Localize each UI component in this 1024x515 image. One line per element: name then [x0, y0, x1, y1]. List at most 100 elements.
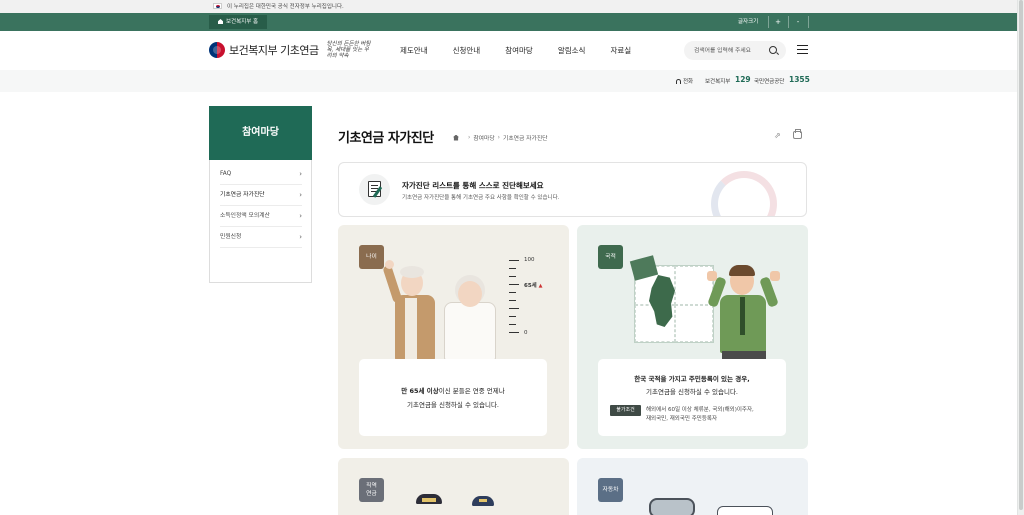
korea-flag-icon [213, 3, 222, 9]
sidebar-item-civil-petition[interactable]: 민원신청 › [220, 227, 302, 248]
home-icon [218, 19, 223, 24]
checklist-icon [359, 174, 390, 205]
contact-org-label: 보건복지부 [705, 79, 731, 85]
car-badge: 자동차 [598, 478, 623, 502]
intro-subtext: 기초연금 자가진단을 통해 기초연금 주요 사항을 확인할 수 있습니다. [402, 195, 560, 201]
zoom-in-button[interactable]: + [770, 13, 786, 31]
sidebar-item-faq[interactable]: FAQ › [220, 164, 302, 185]
ruler-tick [509, 260, 519, 262]
ruler-tick [509, 324, 516, 326]
emblem-watermark [711, 171, 777, 216]
sidebar-item-label: 기초연금 자가진단 [220, 192, 265, 198]
headset-icon [676, 79, 681, 84]
ruler-tick [509, 276, 516, 278]
breadcrumb-item-current[interactable]: 기초연금 자가진단 [503, 133, 548, 142]
search-input[interactable] [694, 44, 766, 57]
nationality-info-box: 한국 국적을 가지고 주민등록이 있는 경우, 기초연금을 신청하실 수 있습니… [598, 359, 786, 436]
menu-line [797, 48, 808, 51]
sidebar-menu: FAQ › 기초연금 자가진단 › 소득인정액 모의계산 › 민원신청 › [209, 160, 312, 283]
print-icon[interactable] [793, 129, 802, 139]
divider [788, 16, 789, 28]
ruler-tick [509, 300, 516, 302]
search-box [684, 41, 786, 60]
occupational-pension-badge-line2: 연금 [366, 491, 377, 497]
age-info-line2: 기초연금을 신청하실 수 있습니다. [407, 401, 499, 409]
sidebar-item-label: 민원신청 [220, 234, 242, 240]
nationality-badge: 국적 [598, 245, 623, 269]
age-info-line1: 만 65세 이상이신 분들은 연중 언제나 [359, 385, 547, 395]
ruler-age-marker: 65세 ▲ [524, 281, 543, 289]
ineligible-text-line2: 재외국민, 재외국민 주민등록자 [646, 416, 718, 422]
utility-bar: 보건복지부 홈 글자크기 + - [0, 13, 1017, 31]
breadcrumb-separator: › [468, 134, 471, 141]
page-scrollbar[interactable] [1017, 0, 1024, 515]
ruler-tick [509, 316, 516, 318]
ruler-top-label: 100 [524, 257, 535, 263]
intro-heading: 자가진단 리스트를 통해 스스로 진단해보세요 [402, 181, 544, 190]
ruler-age-marker-text: 65세 [524, 283, 537, 289]
search-icon[interactable] [769, 46, 777, 54]
nav-item-participation[interactable]: 참여마당 [505, 45, 533, 56]
occupational-pension-badge-line1: 직역 [366, 483, 377, 489]
age-ruler: 100 65세 ▲ 0 [509, 257, 549, 336]
chevron-right-icon: › [299, 233, 302, 241]
sidebar-item-label: FAQ [220, 171, 232, 177]
triangle-up-icon: ▲ [538, 283, 543, 289]
phone-label: 전화 [676, 77, 693, 85]
logo-slogan: 당신의 든든한 버팀목, 세대를 잇는 우리의 약속 [326, 41, 371, 59]
site-logo[interactable]: 보건복지부 기초연금 당신의 든든한 버팀목, 세대를 잇는 우리의 약속 [209, 40, 373, 60]
age-info-box: 만 65세 이상이신 분들은 연중 언제나 기초연금을 신청하실 수 있습니다. [359, 359, 547, 436]
nav-item-news[interactable]: 알림소식 [558, 45, 586, 56]
car-card: 자동차 [577, 458, 808, 515]
ministry-home-link[interactable]: 보건복지부 홈 [209, 15, 268, 29]
government-emblem-icon [209, 42, 225, 58]
breadcrumb-item[interactable]: 참여마당 [473, 133, 494, 142]
font-size-label: 글자크기 [738, 19, 759, 25]
contact-org-number[interactable]: 1355 [789, 75, 810, 84]
occupational-pension-card: 직역 연금 [338, 458, 569, 515]
hamburger-menu-button[interactable] [797, 45, 808, 54]
contact-bar: 전화 보건복지부 129 국민연금공단 1355 [0, 70, 1017, 92]
sidebar-title: 참여마당 [209, 106, 312, 160]
page-title: 기초연금 자가진단 [338, 131, 434, 146]
sidebar-item-income-simulation[interactable]: 소득인정액 모의계산 › [220, 206, 302, 227]
contact-org-number[interactable]: 129 [735, 75, 751, 84]
zoom-out-button[interactable]: - [790, 13, 806, 31]
ruler-bottom-label: 0 [524, 330, 528, 336]
ineligible-text: 해외에서 60일 이상 체류분, 국외(해외)이주자, 재외국민, 재외국민 주민… [646, 406, 786, 424]
nav-item-apply[interactable]: 신청안내 [453, 45, 481, 56]
age-badge: 나이 [359, 245, 384, 269]
nationality-info-line1: 한국 국적을 가지고 주민등록이 있는 경우, [634, 375, 750, 383]
main-nav: 제도안내 신청안내 참여마당 알림소식 자료실 [400, 45, 656, 56]
sidebar-item-label: 소득인정액 모의계산 [220, 213, 270, 219]
intro-banner: 자가진단 리스트를 통해 스스로 진단해보세요 기초연금 자가진단을 통해 기초… [338, 162, 807, 217]
nationality-card: 국적 한국 국적을 가지고 주민등록이 있는 경우, 기초연금을 신청하실 수 … [577, 225, 808, 449]
nav-item-system[interactable]: 제도안내 [400, 45, 428, 56]
menu-line [797, 52, 808, 54]
sidebar-item-self-diagnosis[interactable]: 기초연금 자가진단 › [220, 185, 302, 206]
home-icon[interactable] [453, 134, 459, 141]
chevron-right-icon: › [299, 170, 302, 178]
ruler-tick [509, 292, 516, 294]
logo-name: 보건복지부 기초연금 [229, 44, 319, 57]
divider [808, 16, 809, 28]
scrollbar-thumb[interactable] [1019, 0, 1023, 510]
age-info-strong: 만 65세 이상 [401, 387, 439, 395]
ruler-tick [509, 332, 519, 334]
share-icon[interactable]: ⇗ [774, 132, 783, 140]
age-card: 나이 100 65세 ▲ 0 만 65세 이상이신 분들은 연중 언제나 기초연… [338, 225, 569, 449]
ineligible-tag: 불가조건 [610, 405, 641, 416]
ruler-tick [509, 268, 516, 270]
phone-label-text: 전화 [683, 79, 694, 85]
chevron-right-icon: › [299, 212, 302, 220]
chevron-right-icon: › [299, 191, 302, 199]
nav-item-archive[interactable]: 자료실 [610, 45, 631, 56]
site-header: 보건복지부 기초연금 당신의 든든한 버팀목, 세대를 잇는 우리의 약속 제도… [0, 31, 1017, 70]
gov-banner: 이 누리집은 대한민국 공식 전자정부 누리집입니다. [0, 0, 1017, 13]
occupational-pension-badge: 직역 연금 [359, 478, 384, 502]
ministry-home-label: 보건복지부 홈 [226, 19, 259, 25]
ineligible-text-line1: 해외에서 60일 이상 체류분, 국외(해외)이주자, [646, 407, 754, 413]
contact-org-label: 국민연금공단 [754, 79, 785, 85]
nationality-info-line2: 기초연금을 신청하실 수 있습니다. [646, 388, 738, 396]
breadcrumb: › 참여마당 › 기초연금 자가진단 [453, 133, 548, 142]
